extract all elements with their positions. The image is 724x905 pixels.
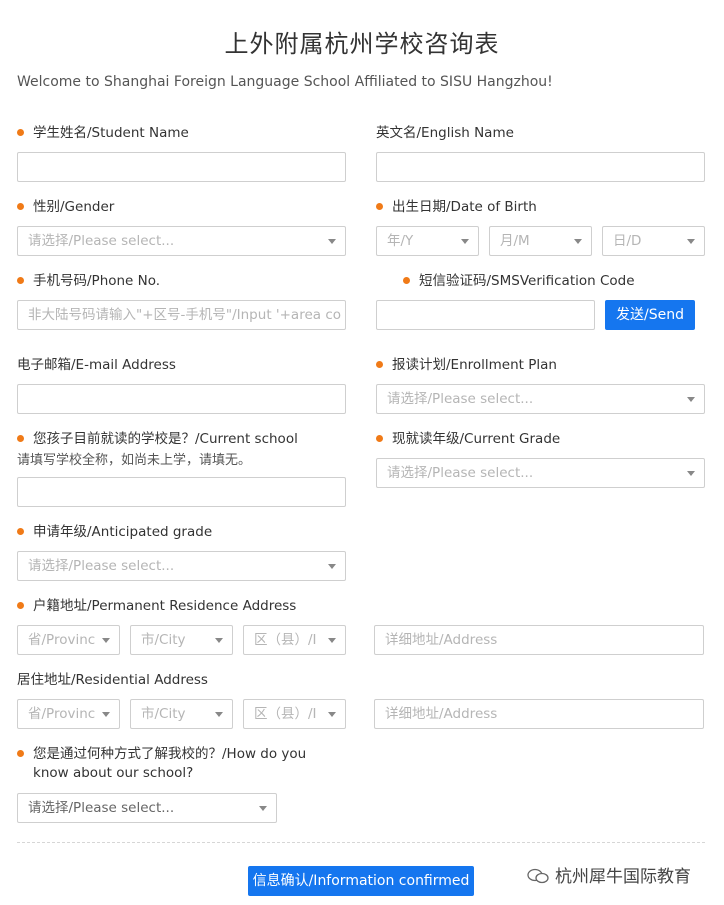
enrollment-plan-label: 报读计划/Enrollment Plan: [376, 356, 557, 374]
student-name-input[interactable]: [17, 152, 346, 182]
sms-code-label-text: 短信验证码/SMSVerification Code: [419, 273, 635, 289]
required-dot: [403, 277, 410, 284]
enrollment-plan-value: 请选择/Please select...: [387, 391, 534, 407]
permanent-city-value: 市/City: [141, 632, 186, 648]
submit-button[interactable]: 信息确认/Information confirmed: [248, 866, 474, 896]
anticipated-grade-value: 请选择/Please select...: [28, 558, 175, 574]
required-dot: [376, 361, 383, 368]
dob-month-value: 月/M: [500, 233, 530, 249]
enrollment-plan-select[interactable]: 请选择/Please select...: [376, 384, 705, 414]
gender-label: 性别/Gender: [17, 198, 114, 216]
dob-year-select[interactable]: 年/Y: [376, 226, 479, 256]
chevron-down-icon: [461, 239, 469, 244]
form-divider: [17, 842, 705, 843]
required-dot: [17, 277, 24, 284]
anticipated-grade-select[interactable]: 请选择/Please select...: [17, 551, 346, 581]
gender-label-text: 性别/Gender: [33, 199, 115, 215]
permanent-district-value: 区（县）/I: [254, 632, 317, 648]
residential-district-value: 区（县）/I: [254, 706, 317, 722]
anticipated-grade-label-text: 申请年级/Anticipated grade: [33, 524, 213, 540]
student-name-label-text: 学生姓名/Student Name: [33, 125, 189, 141]
residential-district-select[interactable]: 区（县）/I: [243, 699, 346, 729]
current-grade-label: 现就读年级/Current Grade: [376, 430, 560, 448]
permanent-detail-address-input[interactable]: 详细地址/Address: [374, 625, 704, 655]
page-title: 上外附属杭州学校咨询表: [224, 30, 500, 58]
dob-day-value: 日/D: [613, 233, 642, 249]
email-input[interactable]: [17, 384, 346, 414]
gender-select-value: 请选择/Please select...: [28, 233, 175, 249]
current-grade-value: 请选择/Please select...: [387, 465, 534, 481]
required-dot: [17, 435, 24, 442]
dob-label-text: 出生日期/Date of Birth: [392, 199, 537, 215]
permanent-address-label: 户籍地址/Permanent Residence Address: [17, 597, 296, 615]
sms-code-label: 短信验证码/SMSVerification Code: [403, 272, 635, 290]
anticipated-grade-label: 申请年级/Anticipated grade: [17, 523, 212, 541]
required-dot: [376, 435, 383, 442]
permanent-province-value: 省/Provinc: [28, 632, 96, 648]
residential-address-label: 居住地址/Residential Address: [17, 672, 208, 688]
residential-province-select[interactable]: 省/Provinc: [17, 699, 120, 729]
chevron-down-icon: [215, 638, 223, 643]
current-school-input[interactable]: [17, 477, 346, 507]
chevron-down-icon: [687, 397, 695, 402]
residential-city-select[interactable]: 市/City: [130, 699, 233, 729]
required-dot: [17, 750, 24, 757]
wechat-icon: [527, 868, 549, 884]
dob-year-value: 年/Y: [387, 233, 414, 249]
residential-detail-address-input[interactable]: 详细地址/Address: [374, 699, 704, 729]
gender-select[interactable]: 请选择/Please select...: [17, 226, 346, 256]
chevron-down-icon: [687, 471, 695, 476]
required-dot: [17, 602, 24, 609]
send-sms-button[interactable]: 发送/Send: [605, 300, 695, 330]
chevron-down-icon: [328, 712, 336, 717]
required-dot: [17, 129, 24, 136]
current-school-label-text: 您孩子目前就读的学校是？/Current school: [33, 431, 298, 447]
chevron-down-icon: [102, 638, 110, 643]
chevron-down-icon: [328, 564, 336, 569]
chevron-down-icon: [259, 806, 267, 811]
residential-city-value: 市/City: [141, 706, 186, 722]
dob-month-select[interactable]: 月/M: [489, 226, 592, 256]
chevron-down-icon: [574, 239, 582, 244]
email-label: 电子邮箱/E-mail Address: [17, 357, 176, 373]
current-grade-select[interactable]: 请选择/Please select...: [376, 458, 705, 488]
how-know-select[interactable]: 请选择/Please select...: [17, 793, 277, 823]
phone-label: 手机号码/Phone No.: [17, 272, 160, 290]
required-dot: [17, 203, 24, 210]
how-know-label-line1: 您是通过何种方式了解我校的？/How do you: [33, 746, 307, 762]
how-know-value: 请选择/Please select...: [28, 800, 175, 816]
current-grade-label-text: 现就读年级/Current Grade: [392, 431, 561, 447]
chevron-down-icon: [215, 712, 223, 717]
current-school-label: 您孩子目前就读的学校是？/Current school: [17, 430, 298, 448]
english-name-label: 英文名/English Name: [376, 125, 514, 141]
dob-label: 出生日期/Date of Birth: [376, 198, 537, 216]
permanent-city-select[interactable]: 市/City: [130, 625, 233, 655]
chevron-down-icon: [687, 239, 695, 244]
residential-province-value: 省/Provinc: [28, 706, 96, 722]
wechat-watermark: 杭州犀牛国际教育: [527, 862, 691, 887]
enrollment-plan-label-text: 报读计划/Enrollment Plan: [392, 357, 557, 373]
current-school-hint: 请填写学校全称，如尚未上学，请填无。: [17, 453, 252, 468]
how-know-label-line2: know about our school?: [33, 765, 194, 781]
how-know-label: 您是通过何种方式了解我校的？/How do you: [17, 745, 306, 763]
student-name-label: 学生姓名/Student Name: [17, 124, 189, 142]
phone-label-text: 手机号码/Phone No.: [33, 273, 161, 289]
watermark-text: 杭州犀牛国际教育: [555, 867, 691, 887]
required-dot: [17, 528, 24, 535]
permanent-province-select[interactable]: 省/Provinc: [17, 625, 120, 655]
english-name-input[interactable]: [376, 152, 705, 182]
permanent-address-label-text: 户籍地址/Permanent Residence Address: [33, 598, 297, 614]
phone-input[interactable]: 非大陆号码请输入"+区号-手机号"/Input '+area co: [17, 300, 346, 330]
chevron-down-icon: [102, 712, 110, 717]
chevron-down-icon: [328, 239, 336, 244]
welcome-text: Welcome to Shanghai Foreign Language Sch…: [17, 74, 553, 90]
permanent-district-select[interactable]: 区（县）/I: [243, 625, 346, 655]
sms-code-input[interactable]: [376, 300, 595, 330]
chevron-down-icon: [328, 638, 336, 643]
required-dot: [376, 203, 383, 210]
dob-day-select[interactable]: 日/D: [602, 226, 705, 256]
